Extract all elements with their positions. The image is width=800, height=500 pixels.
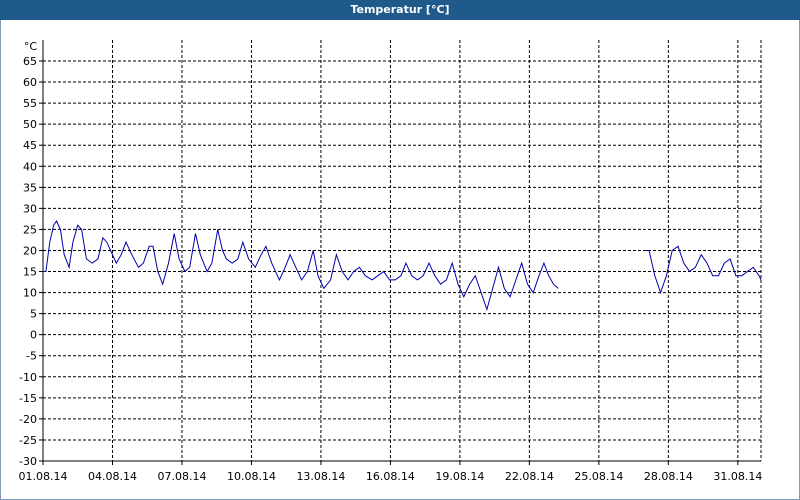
x-tick-label: 22.08.14 <box>505 470 554 483</box>
x-tick-label: 04.08.14 <box>88 470 137 483</box>
y-tick-label: 65 <box>23 55 37 68</box>
y-tick-label: -5 <box>26 350 37 363</box>
y-tick-label: 15 <box>23 266 37 279</box>
y-tick-label: 5 <box>30 308 37 321</box>
x-tick-label: 10.08.14 <box>227 470 276 483</box>
y-tick-label: 25 <box>23 223 37 236</box>
x-tick-label: 19.08.14 <box>435 470 484 483</box>
y-tick-label: 20 <box>23 244 37 257</box>
temperature-chart: 65605550454035302520151050-5-10-15-20-25… <box>19 40 762 483</box>
y-tick-label: 0 <box>30 329 37 342</box>
y-tick-label: 60 <box>23 76 37 89</box>
y-tick-label: 50 <box>23 118 37 131</box>
series-group <box>43 219 762 312</box>
y-axis-unit-label: °C <box>24 40 38 53</box>
x-tick-label: 07.08.14 <box>157 470 206 483</box>
x-tick-label: 31.08.14 <box>713 470 762 483</box>
x-tick-label: 01.08.14 <box>19 470 68 483</box>
x-tick-label: 13.08.14 <box>296 470 345 483</box>
y-tick-label: 10 <box>23 287 37 300</box>
series-line-segment <box>43 219 559 312</box>
y-tick-label: 35 <box>23 181 37 194</box>
x-tick-label: 16.08.14 <box>366 470 415 483</box>
x-tick-label: 28.08.14 <box>644 470 693 483</box>
y-tick-label: 30 <box>23 202 37 215</box>
y-tick-label: -15 <box>19 392 37 405</box>
series-line-segment <box>645 245 762 295</box>
y-tick-label: 45 <box>23 139 37 152</box>
y-tick-label: -20 <box>19 413 37 426</box>
x-tick-label: 25.08.14 <box>574 470 623 483</box>
y-tick-label: -30 <box>19 455 37 468</box>
y-tick-label: 55 <box>23 97 37 110</box>
grid <box>43 40 762 461</box>
y-tick-label: -25 <box>19 434 37 447</box>
y-tick-label: 40 <box>23 160 37 173</box>
y-tick-label: -10 <box>19 371 37 384</box>
